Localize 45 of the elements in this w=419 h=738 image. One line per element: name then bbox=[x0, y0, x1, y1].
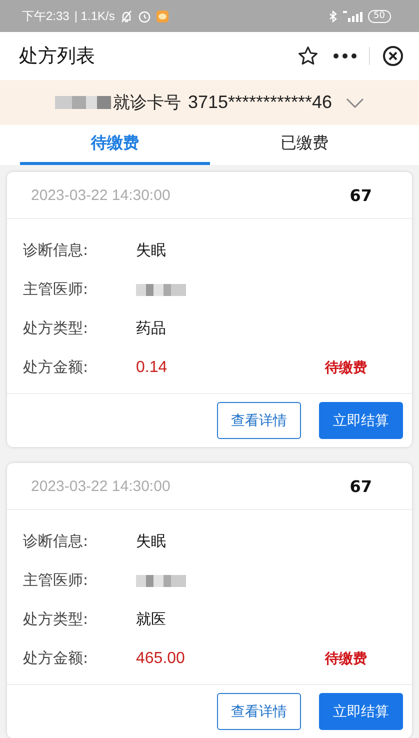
prescription-number: 67 bbox=[350, 186, 372, 204]
blurred-name bbox=[54, 96, 111, 109]
blurred-name bbox=[136, 284, 186, 296]
status-time: 下午2:33 bbox=[22, 8, 70, 24]
field-value: 就医 bbox=[136, 610, 166, 629]
amount-value: 0.14 bbox=[136, 358, 168, 376]
alarm-icon bbox=[138, 10, 151, 22]
page-title: 处方列表 bbox=[19, 44, 95, 69]
tab[interactable]: 已缴费 bbox=[210, 125, 399, 165]
payment-status: 待缴费 bbox=[325, 358, 367, 376]
payment-status: 待缴费 bbox=[325, 650, 367, 668]
tab[interactable]: 待缴费 bbox=[20, 125, 210, 165]
field-value: 失眠 bbox=[136, 241, 166, 260]
chevron-down-icon[interactable] bbox=[346, 98, 364, 108]
prescription-datetime: 2023-03-22 14:30:00 bbox=[31, 478, 170, 494]
field-label: 诊断信息: bbox=[23, 532, 90, 551]
signal-icon bbox=[342, 10, 363, 22]
patient-banner[interactable]: 就诊卡号 3715************46 bbox=[0, 80, 419, 125]
battery-level: 50 bbox=[374, 12, 385, 20]
chat-app-icon bbox=[156, 10, 169, 22]
field-label: 处方类型: bbox=[23, 610, 90, 629]
bluetooth-icon bbox=[328, 10, 338, 22]
field-label: 主管医师: bbox=[23, 280, 90, 299]
card-number: 3715************46 bbox=[188, 92, 332, 113]
prescription-datetime: 2023-03-22 14:30:00 bbox=[31, 186, 170, 204]
settle-button[interactable]: 立即结算 bbox=[319, 693, 403, 730]
field-label: 诊断信息: bbox=[23, 241, 90, 260]
blurred-name bbox=[136, 574, 186, 586]
network-speed: | 1.1K/s bbox=[74, 9, 115, 23]
field-value: 药品 bbox=[136, 319, 166, 338]
settle-button[interactable]: 立即结算 bbox=[319, 402, 403, 439]
star-icon[interactable] bbox=[297, 45, 319, 67]
close-icon[interactable] bbox=[382, 45, 404, 67]
field-label: 处方金额: bbox=[23, 649, 90, 668]
amount-value: 465.00 bbox=[136, 650, 186, 668]
prescription-number: 67 bbox=[350, 476, 372, 496]
field-label: 处方类型: bbox=[23, 319, 90, 338]
field-label: 处方金额: bbox=[23, 358, 90, 377]
field-label: 主管医师: bbox=[23, 571, 90, 590]
bell-off-icon bbox=[120, 10, 133, 22]
field-value: 失眠 bbox=[136, 532, 166, 551]
card-label: 就诊卡号 bbox=[112, 92, 181, 114]
more-icon[interactable] bbox=[333, 53, 357, 59]
details-button[interactable]: 查看详情 bbox=[217, 402, 301, 439]
details-button[interactable]: 查看详情 bbox=[217, 693, 301, 730]
